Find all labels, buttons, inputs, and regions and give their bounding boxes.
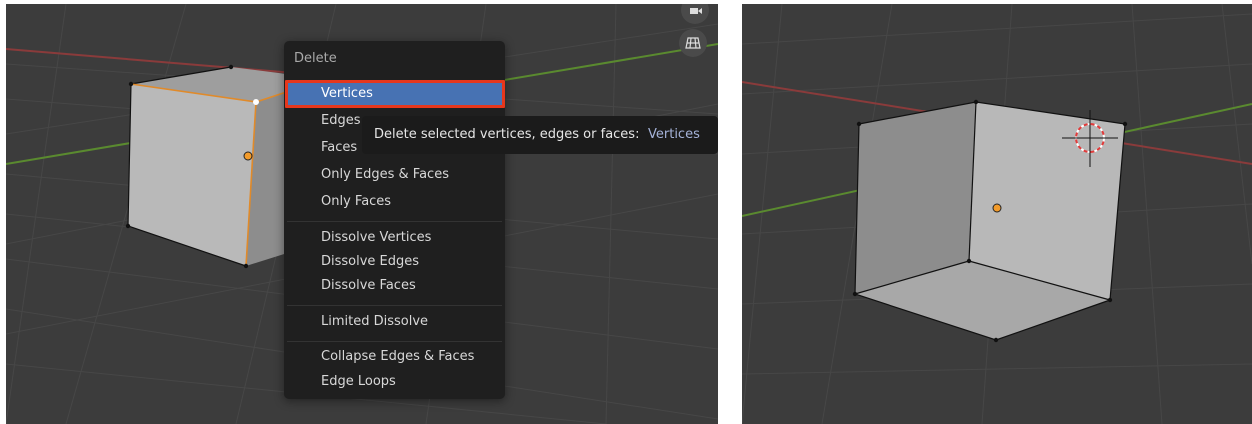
menu-separator — [287, 341, 502, 342]
menu-item-only-edges-faces[interactable]: Only Edges & Faces — [287, 164, 502, 186]
origin-point — [992, 203, 1002, 213]
menu-item-dissolve-edges[interactable]: Dissolve Edges — [287, 251, 502, 273]
highlight-annotation — [285, 80, 505, 108]
menu-title: Delete — [294, 51, 337, 66]
menu-item-only-faces[interactable]: Only Faces — [287, 191, 502, 213]
menu-item-limited-dissolve[interactable]: Limited Dissolve — [287, 311, 502, 333]
camera-view-button[interactable] — [681, 4, 709, 24]
menu-item-dissolve-vertices[interactable]: Dissolve Vertices — [287, 227, 502, 249]
left-viewport[interactable]: Delete Vertices Edges Faces Only Edges &… — [6, 4, 718, 424]
perspective-grid-icon — [685, 37, 701, 49]
right-scene — [742, 4, 1252, 424]
camera-icon — [690, 8, 702, 14]
selected-vertex — [253, 99, 259, 105]
origin-point — [243, 151, 253, 161]
tooltip: Delete selected vertices, edges or faces… — [362, 116, 718, 154]
menu-separator — [287, 305, 502, 306]
tooltip-value: Vertices — [648, 127, 700, 142]
menu-item-edge-loops[interactable]: Edge Loops — [287, 371, 502, 393]
tooltip-text: Delete selected vertices, edges or faces… — [374, 127, 640, 142]
right-viewport[interactable] — [742, 4, 1252, 424]
menu-item-dissolve-faces[interactable]: Dissolve Faces — [287, 275, 502, 297]
perspective-toggle-button[interactable] — [679, 29, 707, 57]
menu-item-collapse-edges-faces[interactable]: Collapse Edges & Faces — [287, 346, 502, 368]
menu-separator — [287, 221, 502, 222]
